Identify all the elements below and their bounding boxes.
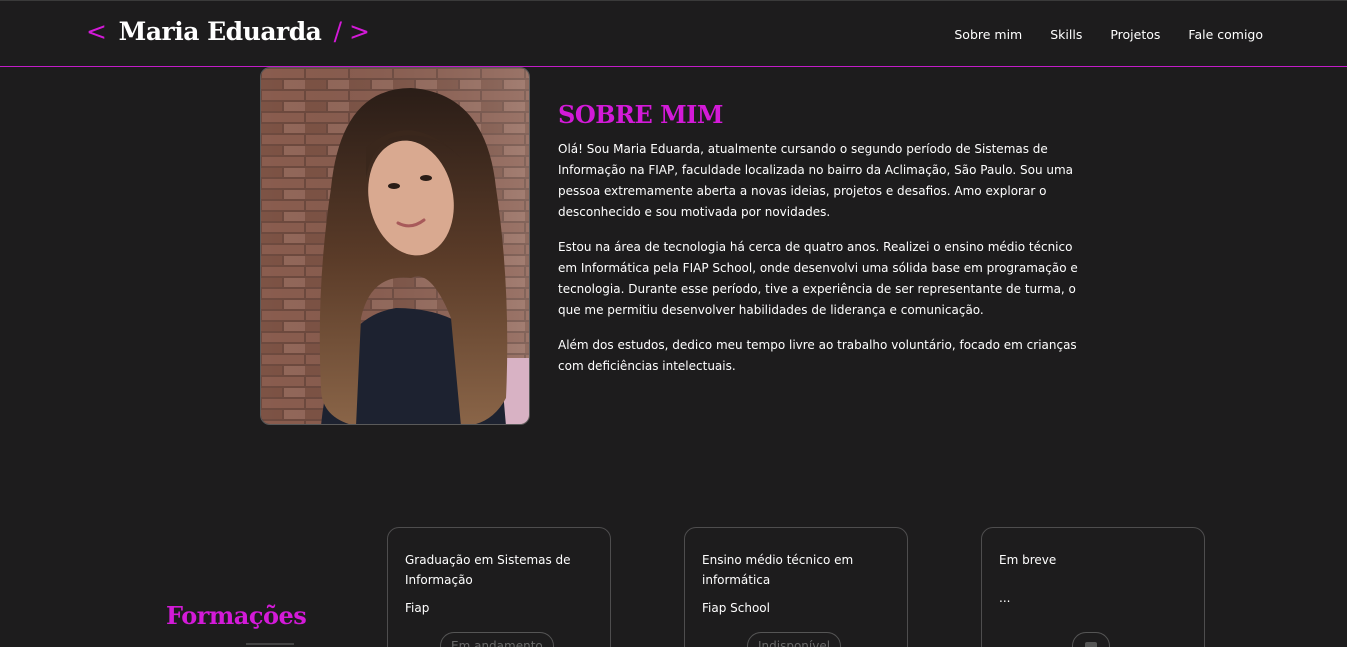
top-navbar: < Maria Eduarda / > Sobre mim Skills Pro… xyxy=(0,0,1347,67)
site-logo[interactable]: < Maria Eduarda / > xyxy=(86,17,370,46)
nav-link-skills[interactable]: Skills xyxy=(1050,27,1082,42)
about-paragraph-1: Olá! Sou Maria Eduarda, atualmente cursa… xyxy=(558,142,1074,219)
logo-open-bracket: < xyxy=(86,17,107,46)
formacao-card-ensino-medio: Ensino médio técnico em informática Fiap… xyxy=(684,527,908,647)
formacoes-underline xyxy=(246,643,294,645)
about-title: SOBRE MIM xyxy=(558,100,723,129)
profile-photo xyxy=(260,67,530,425)
formacao-card-graduacao: Graduação em Sistemas de Informação Fiap… xyxy=(387,527,611,647)
card-school: Fiap xyxy=(405,601,430,615)
card-status-badge: Em andamento xyxy=(440,632,554,647)
logo-close-bracket: / > xyxy=(333,17,370,46)
about-section: SOBRE MIM Olá! Sou Maria Eduarda, atualm… xyxy=(558,100,1088,391)
formacoes-title: Formações xyxy=(166,601,307,630)
portfolio-page: < Maria Eduarda / > Sobre mim Skills Pro… xyxy=(0,0,1347,647)
logo-name: Maria Eduarda xyxy=(118,17,322,46)
placeholder-icon xyxy=(1085,642,1097,647)
about-paragraph-3: Além dos estudos, dedico meu tempo livre… xyxy=(558,338,1077,373)
card-status-icon-badge xyxy=(1072,632,1110,647)
nav-link-sobre-mim[interactable]: Sobre mim xyxy=(954,27,1022,42)
formacao-card-em-breve: Em breve ... xyxy=(981,527,1205,647)
nav-link-projetos[interactable]: Projetos xyxy=(1110,27,1160,42)
about-paragraph-2: Estou na área de tecnologia há cerca de … xyxy=(558,240,1078,317)
card-title: Ensino médio técnico em informática xyxy=(702,553,854,587)
card-school: ... xyxy=(999,591,1011,605)
card-title: Em breve xyxy=(999,553,1057,567)
card-status-badge: Indisponível xyxy=(747,632,842,647)
card-school: Fiap School xyxy=(702,601,770,615)
nav-link-fale-comigo[interactable]: Fale comigo xyxy=(1188,27,1263,42)
profile-photo-illustration xyxy=(261,68,529,424)
main-nav: Sobre mim Skills Projetos Fale comigo xyxy=(954,27,1263,42)
card-title: Graduação em Sistemas de Informação xyxy=(405,553,571,587)
